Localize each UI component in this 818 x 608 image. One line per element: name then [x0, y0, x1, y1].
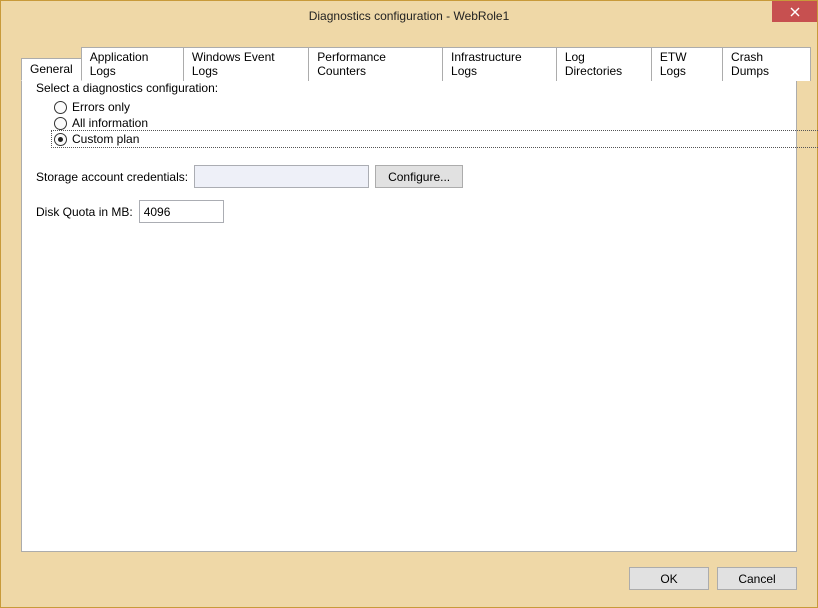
tab-windows-event-logs[interactable]: Windows Event Logs [183, 47, 309, 81]
button-label: Configure... [388, 170, 450, 184]
tab-label: Windows Event Logs [192, 50, 275, 78]
ok-button[interactable]: OK [629, 567, 709, 590]
configure-button[interactable]: Configure... [375, 165, 463, 188]
tab-log-directories[interactable]: Log Directories [556, 47, 652, 81]
storage-row: Storage account credentials: Configure..… [36, 165, 782, 188]
tab-general[interactable]: General [21, 58, 82, 81]
radio-custom-plan[interactable]: Custom plan [54, 131, 782, 147]
disk-quota-row: Disk Quota in MB: [36, 200, 782, 223]
tab-label: Performance Counters [317, 50, 386, 78]
dialog-footer: OK Cancel [629, 567, 797, 590]
storage-credentials-input[interactable] [194, 165, 369, 188]
disk-quota-input[interactable] [139, 200, 224, 223]
tab-etw-logs[interactable]: ETW Logs [651, 47, 723, 81]
close-button[interactable] [772, 1, 817, 22]
tab-label: General [30, 62, 73, 76]
config-radio-group: Errors only All information Custom plan [54, 99, 782, 147]
tab-label: Application Logs [90, 50, 149, 78]
storage-label: Storage account credentials: [36, 170, 188, 184]
tab-infrastructure-logs[interactable]: Infrastructure Logs [442, 47, 557, 81]
radio-label: Custom plan [72, 132, 139, 146]
radio-icon [54, 117, 67, 130]
radio-icon [54, 101, 67, 114]
button-label: OK [660, 572, 677, 586]
client-area: General Application Logs Windows Event L… [8, 31, 810, 600]
radio-dot-icon [58, 137, 63, 142]
dialog-window: Diagnostics configuration - WebRole1 Gen… [0, 0, 818, 608]
window-title: Diagnostics configuration - WebRole1 [1, 9, 817, 23]
tab-label: Crash Dumps [731, 50, 769, 78]
disk-quota-label: Disk Quota in MB: [36, 205, 133, 219]
cancel-button[interactable]: Cancel [717, 567, 797, 590]
tab-performance-counters[interactable]: Performance Counters [308, 47, 443, 81]
titlebar[interactable]: Diagnostics configuration - WebRole1 [1, 1, 817, 31]
radio-icon [54, 133, 67, 146]
radio-errors-only[interactable]: Errors only [54, 99, 782, 115]
focus-ring [51, 130, 818, 148]
radio-label: Errors only [72, 100, 130, 114]
radio-label: All information [72, 116, 148, 130]
tab-crash-dumps[interactable]: Crash Dumps [722, 47, 811, 81]
tab-application-logs[interactable]: Application Logs [81, 47, 184, 81]
tab-panel-general: Select a diagnostics configuration: Erro… [21, 66, 797, 552]
close-icon [790, 7, 800, 17]
radio-all-information[interactable]: All information [54, 115, 782, 131]
tabstrip: General Application Logs Windows Event L… [21, 46, 810, 80]
button-label: Cancel [738, 572, 775, 586]
tab-label: ETW Logs [660, 50, 687, 78]
tab-label: Log Directories [565, 50, 622, 78]
tab-label: Infrastructure Logs [451, 50, 522, 78]
select-config-label: Select a diagnostics configuration: [36, 81, 782, 95]
